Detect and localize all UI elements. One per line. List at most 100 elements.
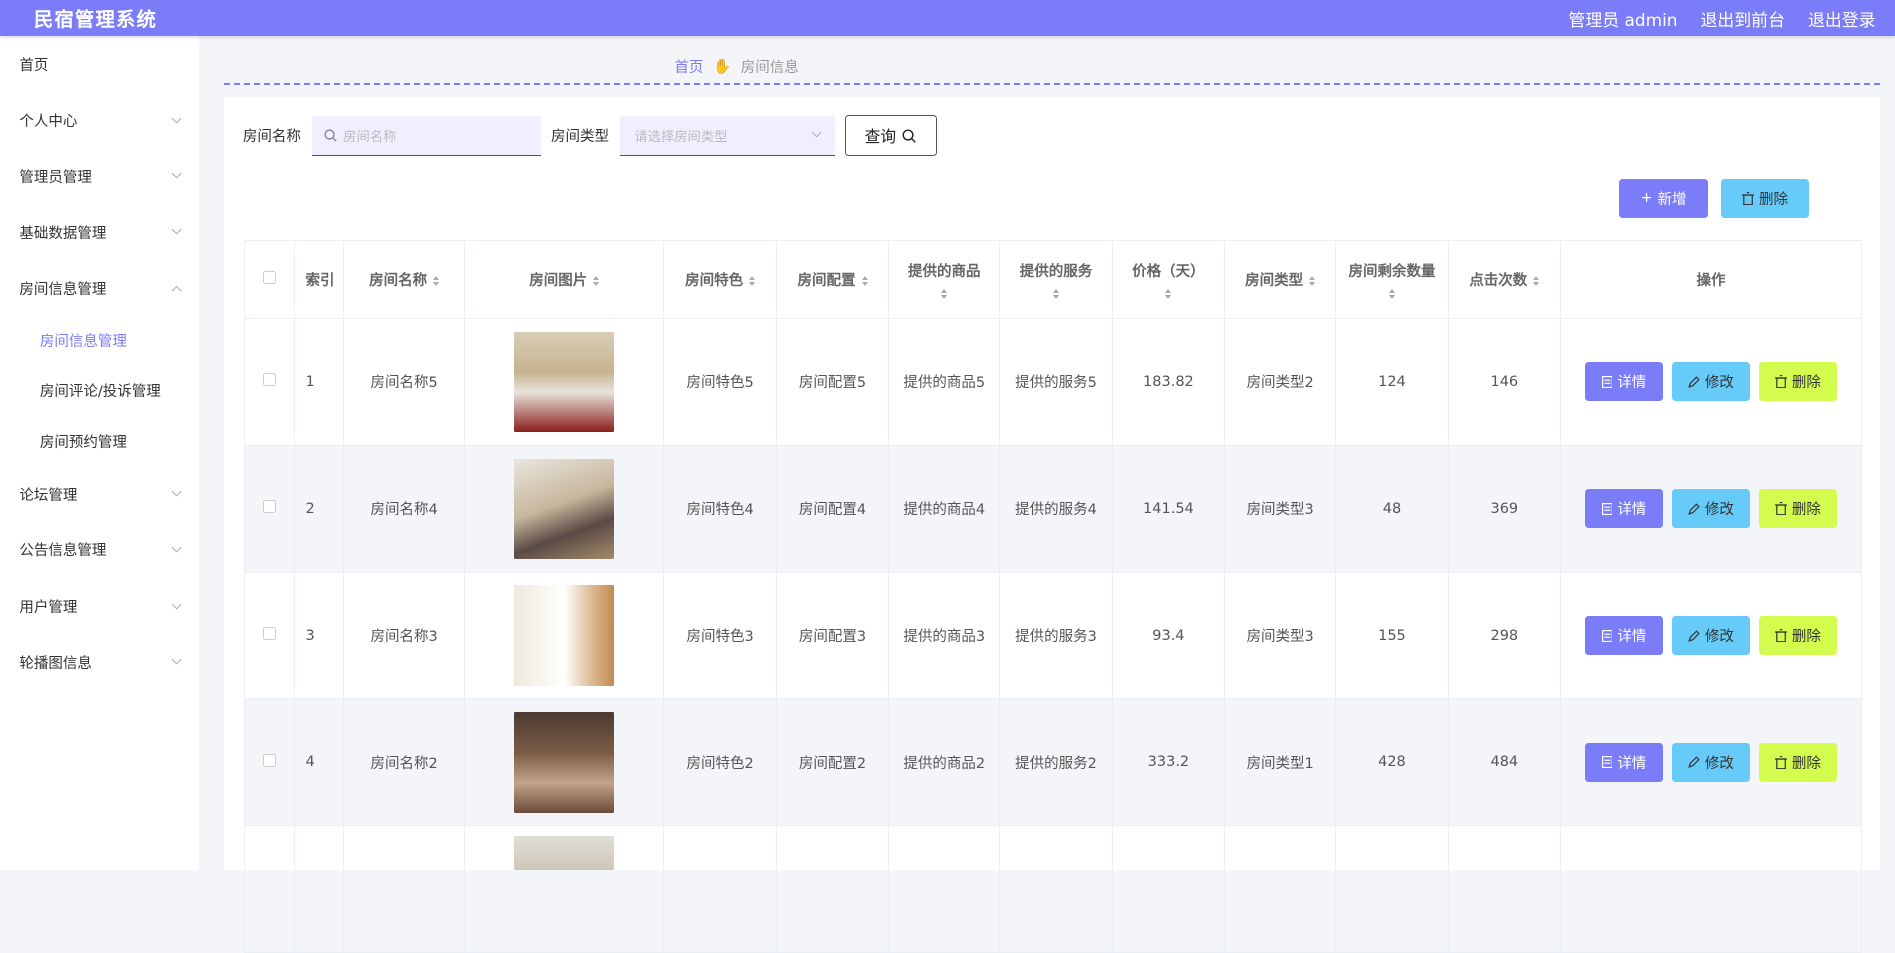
sidebar-subitem-room-info[interactable]: 房间信息管理 — [0, 326, 199, 355]
row-checkbox[interactable] — [244, 698, 295, 827]
cell-remaining: 155 — [1335, 571, 1449, 700]
edit-button[interactable]: 修改 — [1672, 616, 1750, 655]
trash-icon — [1775, 375, 1788, 389]
col-price[interactable]: 价格（天） — [1111, 240, 1226, 319]
room-type-select[interactable]: 请选择房间类型 — [619, 116, 836, 156]
sidebar-item-label: 用户管理 — [19, 600, 78, 617]
delete-button[interactable]: 删除 — [1759, 362, 1837, 402]
sidebar-item-personal[interactable]: 个人中心 — [0, 106, 199, 135]
col-service[interactable]: 提供的服务 — [999, 240, 1113, 319]
sidebar-item-admins[interactable]: 管理员管理 — [0, 162, 199, 191]
table-row: 4 房间名称2 房间特色2 房间配置2 提供的商品2 提供的服务2 333.2 … — [244, 698, 1862, 827]
col-actions: 操作 — [1560, 240, 1862, 319]
sidebar-subitem-room-booking[interactable]: 房间预约管理 — [0, 427, 199, 456]
admin-user-link[interactable]: 管理员 admin — [1568, 6, 1677, 31]
logout-link[interactable]: 退出登录 — [1808, 6, 1876, 31]
trash-icon — [1775, 502, 1788, 516]
delete-button[interactable]: 删除 — [1759, 489, 1837, 528]
col-room-name[interactable]: 房间名称 — [343, 240, 466, 319]
edit-button-label: 修改 — [1704, 755, 1734, 772]
col-index: 索引 — [293, 240, 345, 319]
sidebar-item-users[interactable]: 用户管理 — [0, 592, 199, 621]
sidebar-item-label: 房间评论/投诉管理 — [39, 383, 161, 400]
cell-remaining: 48 — [1335, 444, 1449, 573]
sort-icon[interactable] — [1309, 275, 1316, 287]
col-clicks[interactable]: 点击次数 — [1447, 240, 1562, 319]
sidebar-subitem-room-comments[interactable]: 房间评论/投诉管理 — [0, 376, 199, 405]
sort-icon[interactable] — [1165, 288, 1172, 300]
plus-icon: + — [1640, 190, 1653, 207]
sort-icon[interactable] — [433, 275, 440, 287]
sort-icon[interactable] — [593, 275, 600, 287]
delete-button-label: 删除 — [1791, 629, 1821, 646]
sidebar-item-carousel[interactable]: 轮播图信息 — [0, 648, 199, 677]
document-icon — [1601, 502, 1613, 515]
sidebar-item-home[interactable]: 首页 — [0, 50, 199, 79]
view-button[interactable]: 详情 — [1585, 743, 1663, 782]
search-icon — [324, 129, 337, 142]
cell-feature: 房间特色3 — [663, 571, 777, 700]
row-checkbox[interactable] — [244, 571, 295, 700]
row-checkbox[interactable] — [244, 444, 295, 573]
delete-button[interactable]: 删除 — [1759, 743, 1837, 782]
cell-price: 141.54 — [1111, 444, 1226, 573]
view-button[interactable]: 详情 — [1585, 489, 1663, 528]
chevron-down-icon — [171, 168, 182, 180]
edit-button[interactable]: 修改 — [1672, 362, 1750, 402]
sort-icon[interactable] — [861, 275, 868, 287]
sidebar-item-forum[interactable]: 论坛管理 — [0, 480, 199, 509]
cell-room-name: 房间名称4 — [343, 444, 466, 573]
cell-clicks: 369 — [1447, 444, 1562, 573]
cell-config: 房间配置2 — [775, 698, 890, 827]
col-goods[interactable]: 提供的商品 — [888, 240, 1001, 319]
sidebar-item-room-info[interactable]: 房间信息管理 — [0, 274, 199, 303]
select-all-checkbox[interactable] — [244, 240, 295, 319]
row-checkbox[interactable] — [244, 317, 295, 446]
batch-delete-button[interactable]: 删除 — [1720, 178, 1810, 218]
sidebar-item-notices[interactable]: 公告信息管理 — [0, 535, 199, 564]
cell-service: 提供的服务3 — [999, 571, 1113, 700]
table-row — [244, 825, 1862, 953]
breadcrumb-home[interactable]: 首页 — [674, 56, 703, 77]
col-room-image[interactable]: 房间图片 — [464, 240, 665, 319]
exit-to-front-link[interactable]: 退出到前台 — [1700, 6, 1785, 31]
view-button[interactable]: 详情 — [1585, 616, 1663, 655]
cell-goods: 提供的商品4 — [888, 444, 1001, 573]
cell-service: 提供的服务4 — [999, 444, 1113, 573]
table-row: 2 房间名称4 房间特色4 房间配置4 提供的商品4 提供的服务4 141.54… — [244, 444, 1862, 573]
sidebar-item-label: 房间信息管理 — [39, 334, 127, 351]
delete-button[interactable]: 删除 — [1759, 616, 1837, 655]
col-room-feature[interactable]: 房间特色 — [663, 240, 777, 319]
chevron-down-icon — [171, 486, 182, 497]
room-name-input[interactable]: 房间名称 — [311, 116, 542, 156]
add-button[interactable]: + 新增 — [1619, 178, 1708, 218]
query-button[interactable]: 查询 — [844, 115, 937, 157]
view-button-label: 详情 — [1617, 502, 1647, 519]
sort-icon[interactable] — [1388, 288, 1395, 300]
sidebar-item-label: 基础数据管理 — [19, 225, 107, 242]
add-button-label: 新增 — [1657, 191, 1687, 208]
view-button[interactable]: 详情 — [1585, 362, 1663, 402]
hand-icon: ✋ — [712, 58, 732, 75]
room-type-placeholder: 请选择房间类型 — [634, 129, 728, 145]
sort-icon[interactable] — [941, 288, 948, 300]
sort-icon[interactable] — [1053, 288, 1060, 300]
cell-room-image — [464, 444, 665, 573]
cell-price: 93.4 — [1111, 571, 1226, 700]
delete-button-label: 删除 — [1791, 375, 1821, 392]
content-panel: 房间名称 房间名称 房间类型 请选择房间类型 查询 + 新增 删除 索引 房间名… — [223, 96, 1881, 953]
chevron-down-icon — [171, 542, 182, 553]
sort-icon[interactable] — [749, 275, 756, 287]
sidebar-item-base-data[interactable]: 基础数据管理 — [0, 218, 199, 247]
document-icon — [1601, 756, 1613, 769]
col-room-type[interactable]: 房间类型 — [1224, 240, 1337, 319]
edit-button[interactable]: 修改 — [1672, 743, 1750, 782]
edit-button-label: 修改 — [1704, 502, 1734, 519]
col-room-config[interactable]: 房间配置 — [775, 240, 890, 319]
col-remaining[interactable]: 房间剩余数量 — [1335, 240, 1449, 319]
sidebar: 首页 个人中心 管理员管理 基础数据管理 房间信息管理 房间信息管理 房间评论/… — [0, 36, 200, 871]
edit-button[interactable]: 修改 — [1672, 489, 1750, 528]
cell-room-image — [464, 317, 665, 446]
cell-actions: 详情 修改 删除 — [1560, 698, 1862, 827]
sort-icon[interactable] — [1533, 275, 1540, 287]
